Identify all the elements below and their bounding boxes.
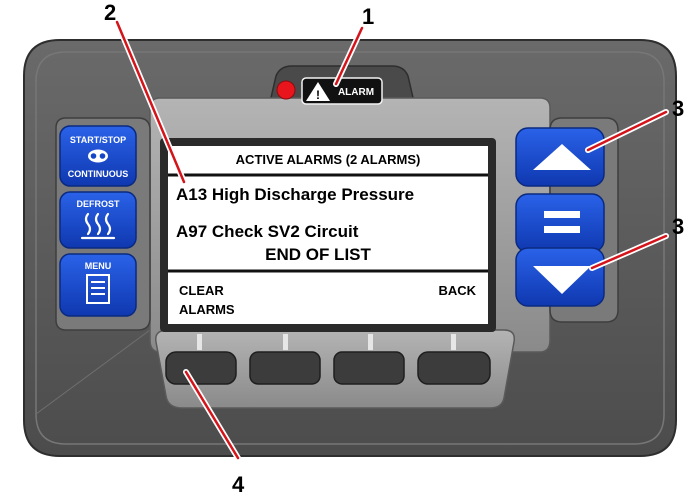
callout-1: 1 [362, 4, 375, 29]
screen-header: ACTIVE ALARMS (2 ALARMS) [236, 152, 421, 167]
soft-key-3[interactable] [333, 351, 405, 385]
alarm-line-1[interactable]: A13 High Discharge Pressure [176, 185, 414, 204]
continuous-label: CONTINUOUS [68, 169, 129, 179]
callout-3-top: 3 [672, 96, 685, 121]
alarm-light [276, 80, 296, 100]
up-button[interactable] [515, 127, 605, 187]
end-of-list: END OF LIST [265, 245, 371, 264]
callout-2: 2 [104, 0, 117, 25]
callout-4: 4 [232, 472, 245, 497]
menu-label: MENU [85, 261, 112, 271]
start-stop-icon [88, 149, 108, 163]
soft-key-label-alarms: ALARMS [179, 302, 235, 317]
alarm-badge: ! ALARM [301, 77, 383, 105]
soft-key-2[interactable] [249, 351, 321, 385]
warning-icon-mark: ! [316, 88, 320, 102]
soft-key-label-clear: CLEAR [179, 283, 224, 298]
defrost-button[interactable]: DEFROST [59, 191, 137, 249]
lcd-screen: ACTIVE ALARMS (2 ALARMS) A13 High Discha… [168, 146, 488, 324]
down-button[interactable] [515, 247, 605, 307]
callout-3-bottom: 3 [672, 214, 685, 239]
start-stop-button[interactable]: START/STOP CONTINUOUS [59, 125, 137, 187]
alarm-label: ALARM [338, 87, 374, 98]
soft-key-1[interactable] [165, 351, 237, 385]
controller-diagram: START/STOP CONTINUOUS DEFROST MENU ! ALA… [23, 19, 677, 461]
start-stop-label: START/STOP [70, 135, 126, 145]
menu-button[interactable]: MENU [59, 253, 137, 317]
soft-key-label-back: BACK [438, 283, 476, 298]
select-button[interactable] [515, 193, 605, 253]
soft-key-4[interactable] [417, 351, 491, 385]
alarm-line-2[interactable]: A97 Check SV2 Circuit [176, 222, 359, 241]
defrost-label: DEFROST [76, 199, 120, 209]
